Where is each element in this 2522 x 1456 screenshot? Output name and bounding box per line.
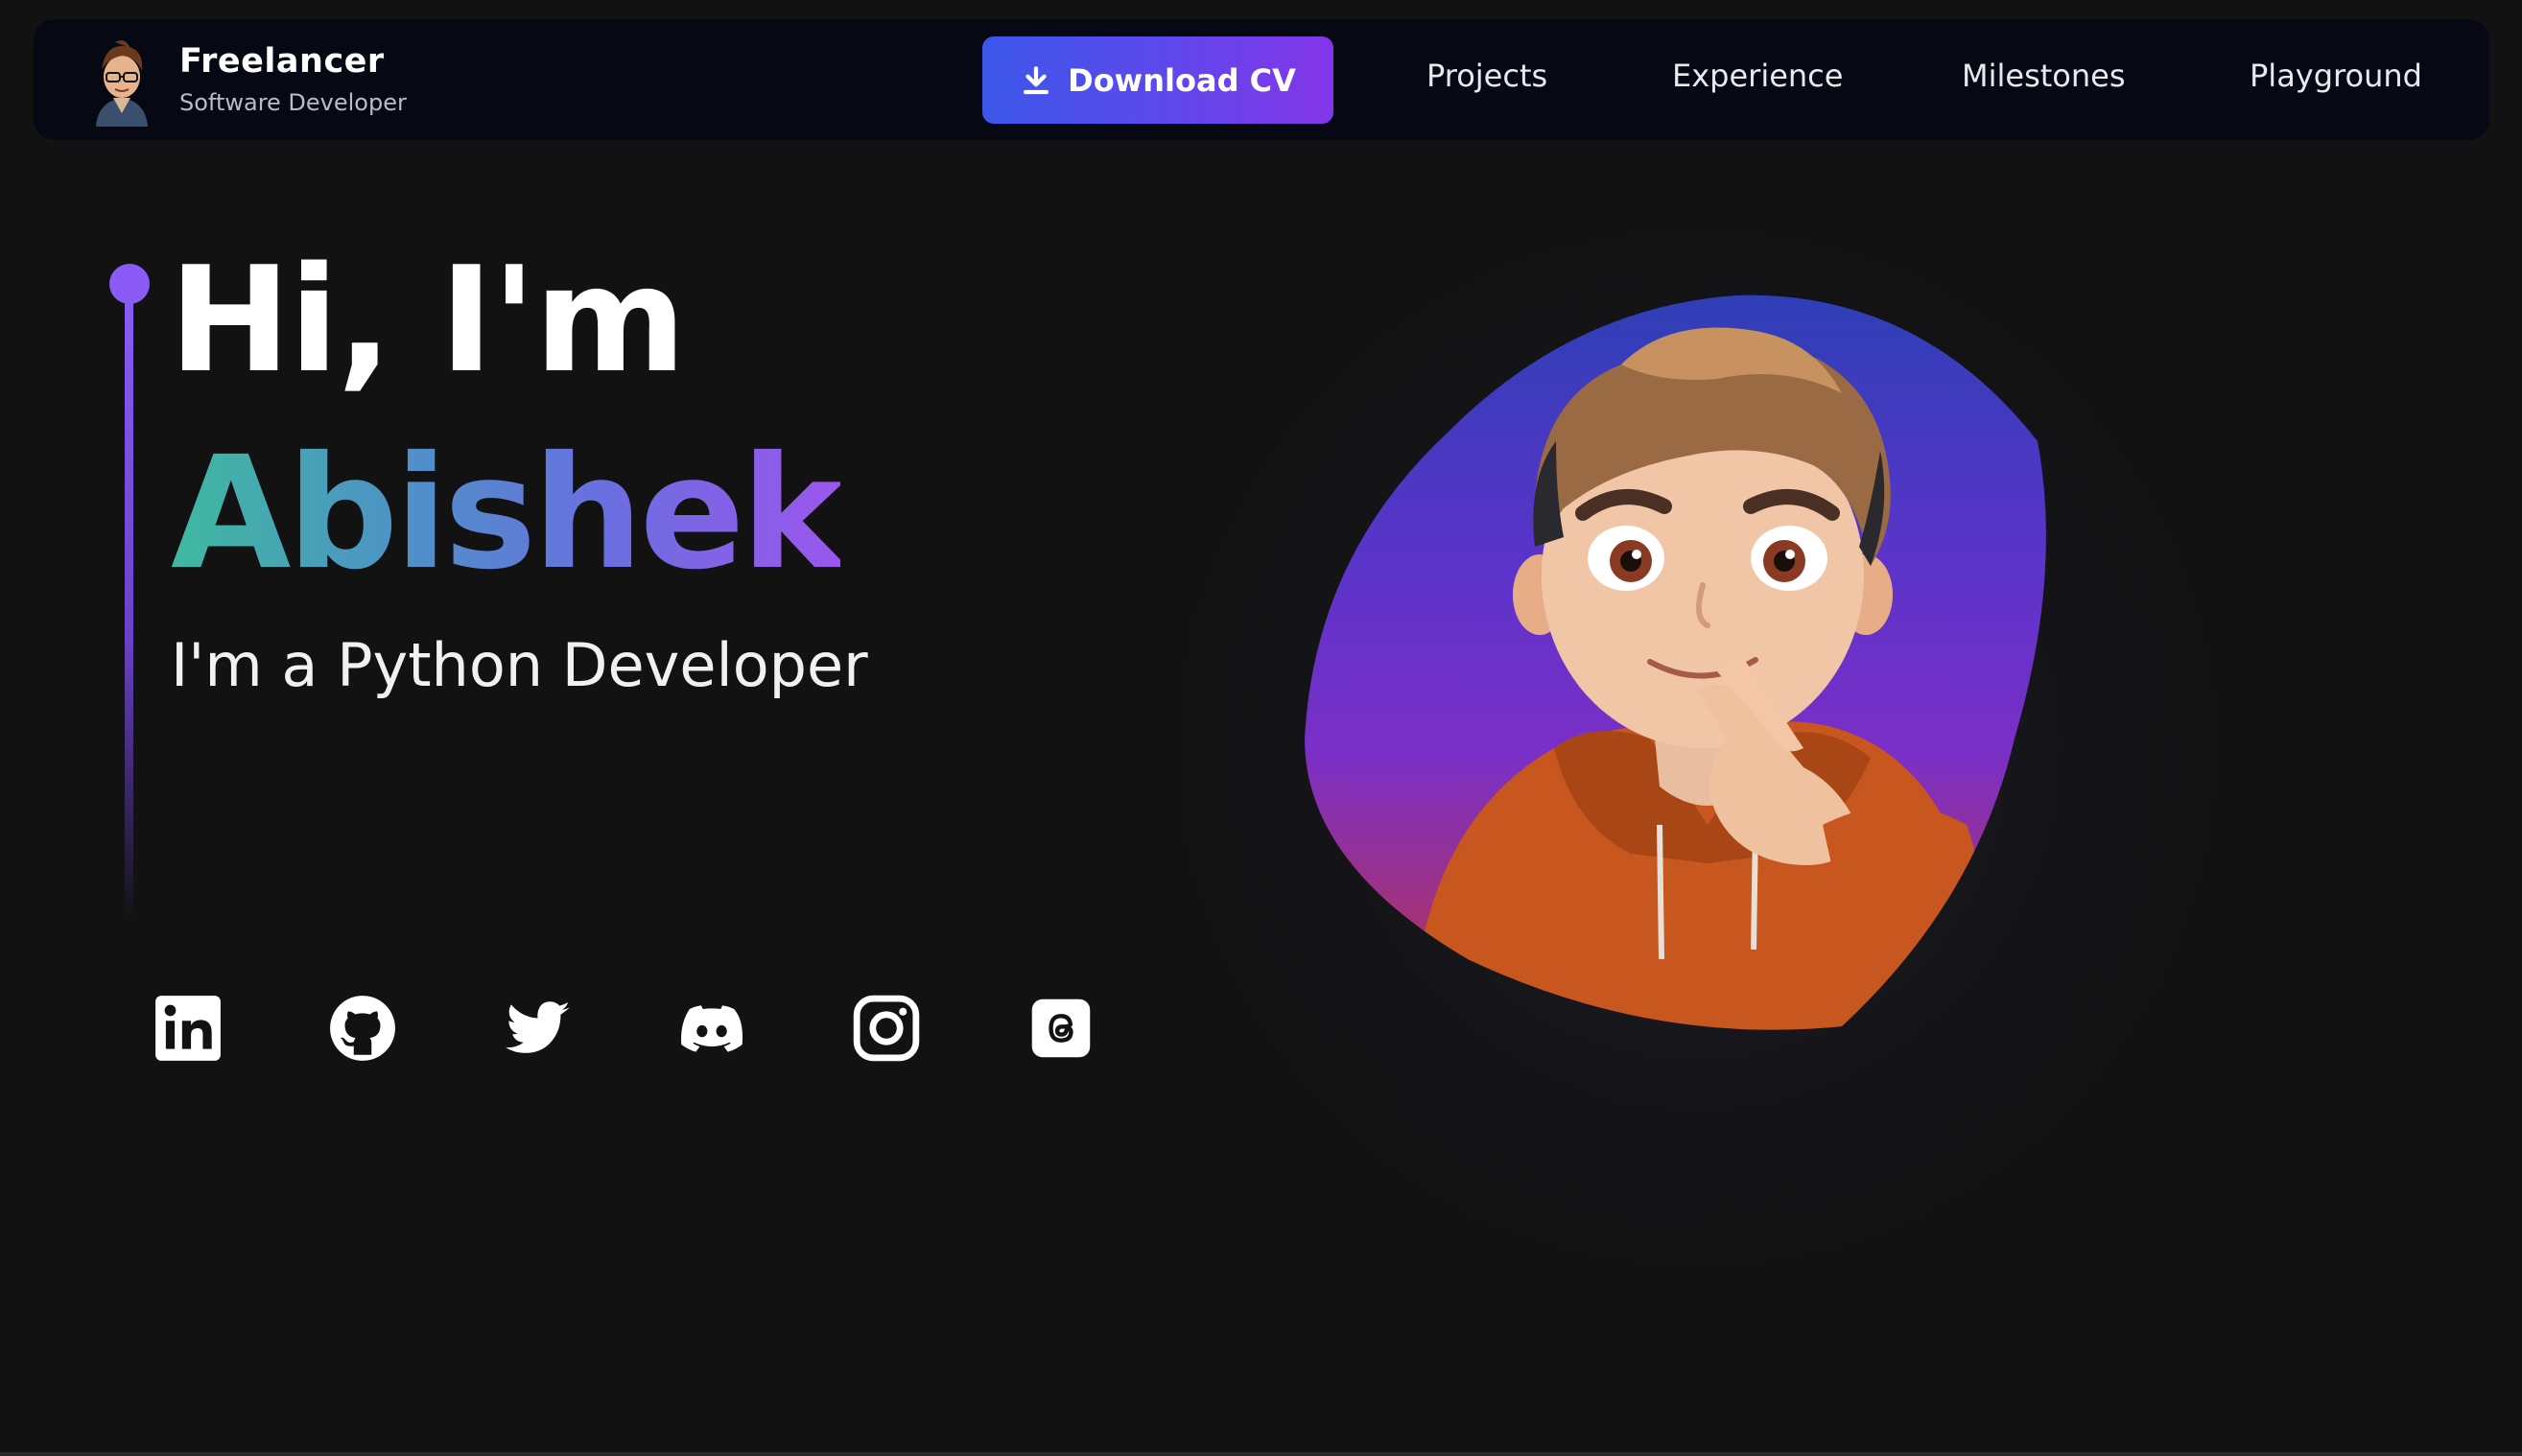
github-icon [330,996,395,1061]
timeline-line [125,288,133,921]
brand-avatar[interactable] [77,35,167,127]
bottom-divider [0,1452,2522,1456]
linkedin-icon [155,996,221,1061]
hero-greeting: Hi, I'm [169,235,686,405]
twitter-link[interactable] [499,990,576,1067]
instagram-link[interactable] [848,990,925,1067]
instagram-icon [853,995,920,1062]
navbar: Freelancer Software Developer Download C… [34,19,2489,140]
discord-icon [681,1005,743,1052]
linkedin-link[interactable] [150,990,226,1067]
hero-name: Abishek [171,424,844,604]
nav-link-milestones[interactable]: Milestones [1962,58,2126,94]
nav-link-playground[interactable]: Playground [2250,58,2422,94]
profile-portrait [1305,294,2046,1030]
nav-link-experience[interactable]: Experience [1672,58,1843,94]
twitter-icon [506,1001,570,1053]
avatar-icon [77,35,167,127]
download-cv-label: Download CV [1068,61,1296,99]
hero-role: I'm a Python Developer [171,630,868,700]
threads-icon [1031,998,1091,1058]
download-icon [1024,65,1049,94]
threads-link[interactable] [1023,990,1099,1067]
brand-title: Freelancer [179,42,385,81]
page: Freelancer Software Developer Download C… [0,0,2522,1456]
download-cv-button[interactable]: Download CV [982,36,1333,124]
discord-link[interactable] [673,990,750,1067]
github-link[interactable] [324,990,401,1067]
brand-subtitle: Software Developer [179,89,407,116]
nav-link-projects[interactable]: Projects [1426,58,1547,94]
